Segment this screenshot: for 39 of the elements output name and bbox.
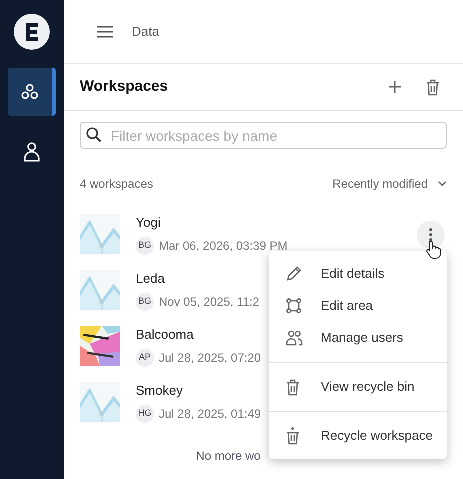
- add-icon[interactable]: [388, 80, 402, 94]
- avatar: BG: [136, 292, 154, 311]
- workspace-name[interactable]: Balcooma: [136, 325, 262, 345]
- search-icon: [86, 127, 102, 143]
- cubes-icon: [21, 84, 39, 100]
- workspace-name[interactable]: Smokey: [136, 381, 262, 401]
- pencil-icon: [286, 266, 302, 282]
- square-nodes-icon: [286, 298, 302, 314]
- more-button[interactable]: [417, 221, 445, 249]
- modified-date: Mar 06, 2026, 03:39 PM: [159, 238, 288, 255]
- workspace-count: 4 workspaces: [80, 176, 154, 193]
- end-of-list-text: No more wo: [196, 449, 261, 463]
- workspace-name[interactable]: Leda: [136, 269, 260, 289]
- avatar: AP: [136, 348, 154, 367]
- nav-item[interactable]: [8, 68, 56, 116]
- workspace-name[interactable]: Yogi: [136, 213, 288, 233]
- modified-date: Jul 28, 2025, 01:49: [159, 406, 262, 423]
- users-icon: [286, 330, 303, 346]
- modified-date: Nov 05, 2025, 11:2: [159, 294, 260, 311]
- menu-item[interactable]: View recycle bin: [269, 371, 447, 403]
- sort-dropdown[interactable]: Recently modified: [332, 175, 447, 193]
- chevron-down-icon: [438, 181, 447, 187]
- trash-icon[interactable]: [426, 78, 440, 96]
- search-field[interactable]: Filter workspaces by name: [80, 122, 447, 149]
- breadcrumb[interactable]: Data: [132, 22, 160, 42]
- modified-date: Jul 28, 2025, 07:20: [159, 350, 262, 367]
- menu-item[interactable]: Edit area: [269, 290, 447, 322]
- user-icon: [24, 142, 40, 162]
- menu-item[interactable]: Edit details: [269, 258, 447, 290]
- menu-item[interactable]: Recycle workspace: [269, 420, 447, 452]
- avatar: BG: [136, 236, 154, 255]
- menu-icon[interactable]: [96, 24, 114, 38]
- trash-sparkle-icon: [286, 427, 300, 445]
- more-icon: [429, 228, 433, 242]
- logo-icon: [14, 14, 50, 50]
- avatar: HG: [136, 404, 154, 423]
- panel-title: Workspaces: [80, 76, 170, 97]
- trash-icon: [286, 378, 300, 396]
- menu-item[interactable]: Manage users: [269, 322, 447, 354]
